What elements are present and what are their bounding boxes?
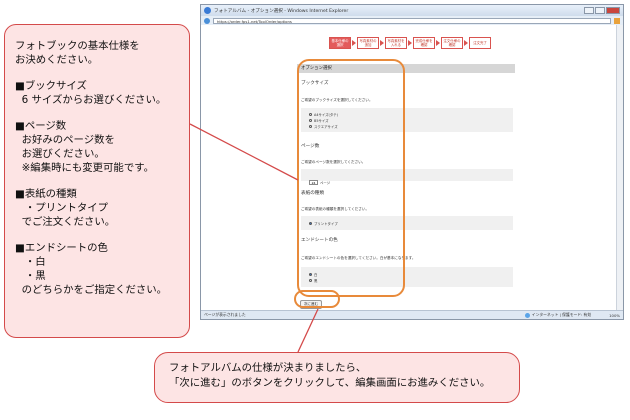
options-highlight	[297, 59, 405, 297]
step-arrow-icon	[464, 40, 468, 46]
section-line: ・白	[15, 256, 46, 268]
url-field[interactable]: https://order.fps1.net/ToolOrder/options	[213, 17, 611, 24]
bottom-instruction-callout: フォトアルバムの仕様が決まりましたら、 「次に進む」のボタンをクリックして、編集…	[154, 352, 520, 403]
address-bar: https://order.fps1.net/ToolOrder/options	[201, 16, 623, 25]
bottom-callout-line: フォトアルバムの仕様が決まりましたら、	[169, 362, 367, 374]
maximize-button[interactable]	[595, 7, 605, 14]
step-4: 完成仕様を確認	[413, 37, 435, 49]
title-bar: フォトアルバム - オプション選択 - Windows Internet Exp…	[201, 5, 623, 16]
window-title: フォトアルバム - オプション選択 - Windows Internet Exp…	[214, 8, 349, 14]
step-3: 写真素材を入れる	[385, 37, 407, 49]
section-line: ・プリントタイプ	[15, 202, 109, 214]
section-title: ■ブックサイズ	[15, 80, 87, 92]
section-title: ■エンドシートの色	[15, 242, 108, 254]
page-viewport: 基本仕様の選択 写真素材の追加 写真素材を入れる 完成仕様を確認 注文仕様の確認…	[201, 25, 623, 311]
step-2: 写真素材の追加	[357, 37, 379, 49]
callout-section-book-size: ■ブックサイズ 6 サイズからお選びください。	[15, 79, 179, 107]
next-button-highlight	[294, 290, 340, 308]
close-button[interactable]	[606, 7, 620, 14]
step-arrow-icon	[352, 40, 356, 46]
callout-section-endsheet: ■エンドシートの色 ・白 ・黒 のどちらかをご指定ください。	[15, 241, 179, 297]
zoom-level[interactable]: 100%	[609, 313, 620, 318]
status-text: ページが表示されました	[204, 312, 246, 317]
minimize-button[interactable]	[584, 7, 594, 14]
section-line: 6 サイズからお選びください。	[15, 94, 167, 106]
callout-section-cover: ■表紙の種類 ・プリントタイプ でご注文ください。	[15, 187, 179, 229]
section-line: お好みのページ数を	[15, 134, 115, 146]
callout-intro: フォトブックの基本仕様を お決めください。	[15, 40, 140, 66]
callout-section-page-count: ■ページ数 お好みのページ数を お選びください。 ※編集時にも変更可能です。	[15, 119, 179, 175]
zone-text: インターネット | 保護モード: 有効	[531, 312, 592, 317]
section-line: ※編集時にも変更可能です。	[15, 162, 154, 174]
section-title: ■表紙の種類	[15, 188, 77, 200]
bottom-callout-line: 「次に進む」のボタンをクリックして、編集画面にお進みください。	[169, 377, 491, 389]
vertical-scrollbar[interactable]	[616, 25, 623, 311]
section-line: お選びください。	[15, 148, 105, 160]
status-bar: ページが表示されました インターネット | 保護モード: 有効 100%	[201, 310, 623, 319]
step-arrow-icon	[380, 40, 384, 46]
left-instruction-callout: フォトブックの基本仕様を お決めください。 ■ブックサイズ 6 サイズからお選び…	[4, 24, 190, 338]
ie-icon	[204, 7, 211, 14]
section-title: ■ページ数	[15, 120, 67, 132]
section-line: のどちらかをご指定ください。	[15, 284, 168, 296]
globe-icon	[524, 312, 530, 318]
lock-icon	[614, 17, 620, 24]
step-arrow-icon	[436, 40, 440, 46]
step-6: 注文完了	[469, 37, 491, 49]
section-line: ・黒	[15, 270, 46, 282]
back-icon[interactable]	[204, 17, 210, 24]
step-arrow-icon	[408, 40, 412, 46]
progress-steps: 基本仕様の選択 写真素材の追加 写真素材を入れる 完成仕様を確認 注文仕様の確認…	[329, 37, 491, 49]
browser-window: フォトアルバム - オプション選択 - Windows Internet Exp…	[200, 4, 624, 320]
step-1: 基本仕様の選択	[329, 37, 351, 49]
step-5: 注文仕様の確認	[441, 37, 463, 49]
section-line: でご注文ください。	[15, 216, 116, 228]
